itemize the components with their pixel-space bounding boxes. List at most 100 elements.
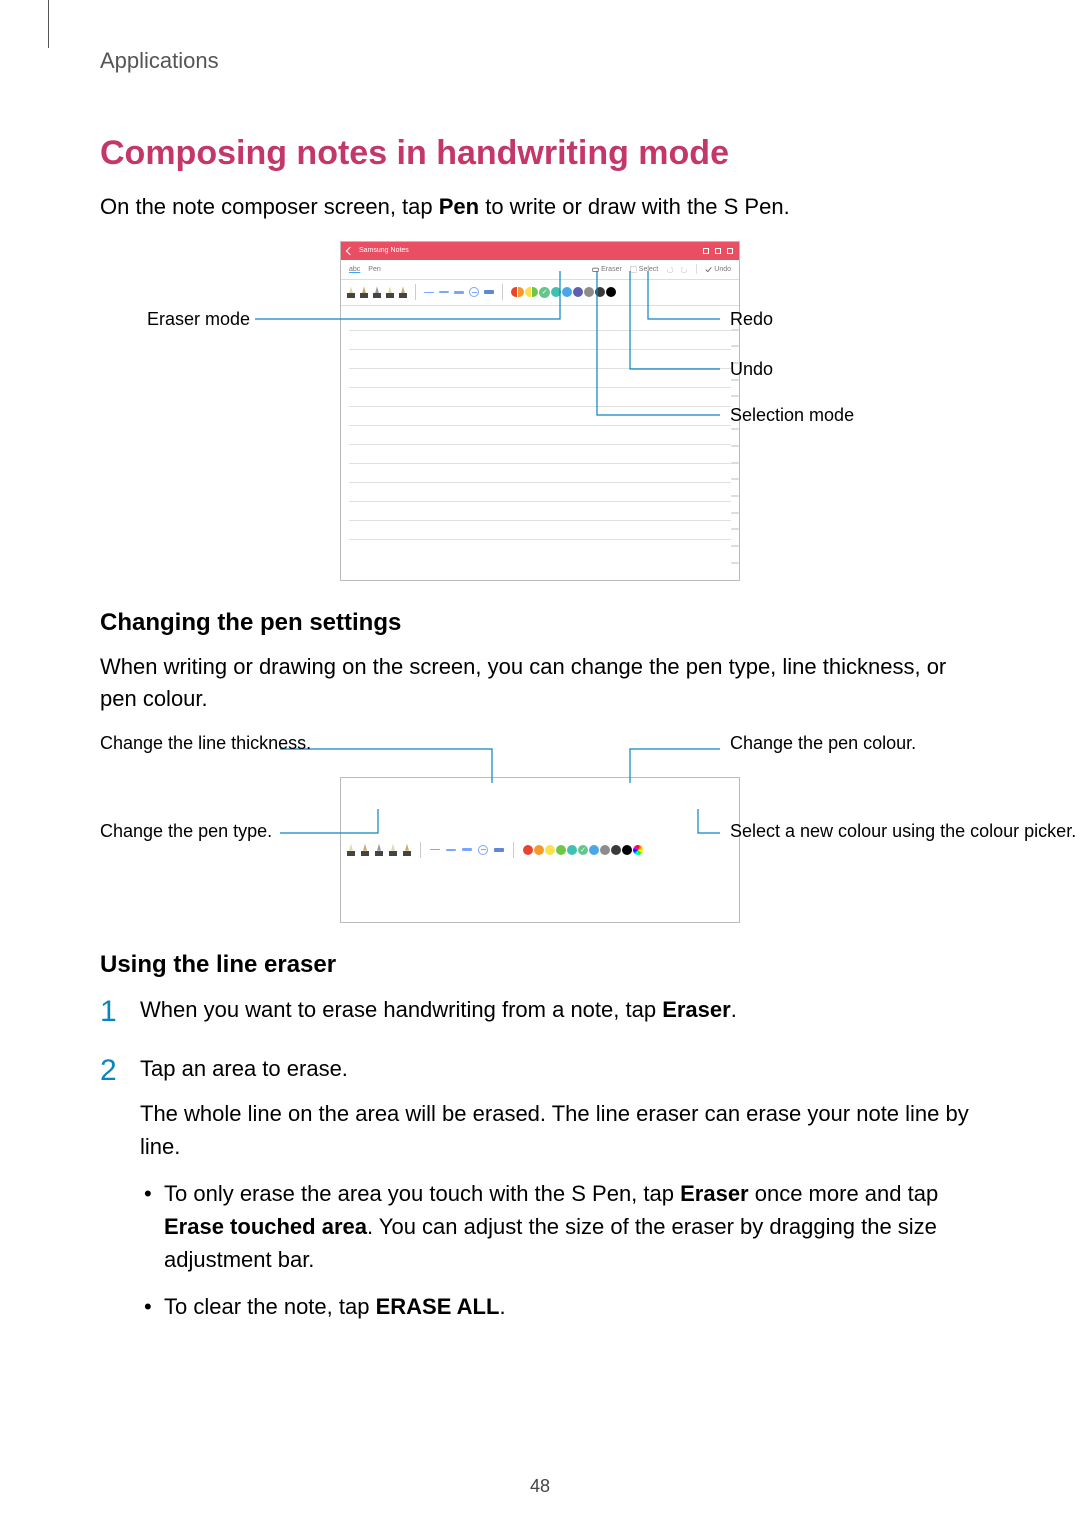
palette-colour [562, 287, 572, 297]
step1-post: . [731, 997, 737, 1022]
screenshot-2-wrap: ✓ Change the line thickness. Change the … [100, 733, 980, 923]
thickness-3-icon [454, 291, 464, 294]
bullet-list: To only erase the area you touch with th… [140, 1177, 980, 1323]
subheading-line-eraser: Using the line eraser [100, 951, 980, 979]
b2c: . [499, 1294, 505, 1319]
intro-pre: On the note composer screen, tap [100, 194, 439, 219]
page-title: Composing notes in handwriting mode [100, 134, 980, 173]
thickness-2-icon [446, 849, 456, 851]
b1b2: Erase touched area [164, 1214, 367, 1239]
b2b: ERASE ALL [376, 1294, 500, 1319]
screenshot-1-wrap: Samsung Notes abc Pen Eraser [100, 241, 980, 581]
colour-palette: ✓ [523, 845, 643, 855]
thickness-3-icon [462, 848, 472, 851]
thickness-minus-icon [469, 287, 479, 297]
steps-list: When you want to erase handwriting from … [100, 993, 980, 1323]
thickness-2-icon [439, 291, 449, 293]
window-titlebar: Samsung Notes [341, 242, 739, 260]
eraser-button: Eraser [592, 266, 622, 273]
palette-colour [595, 287, 605, 297]
select-label: Select [639, 266, 658, 273]
step2-line1: Tap an area to erase. [140, 1056, 348, 1081]
step2-line2: The whole line on the area will be erase… [140, 1101, 969, 1159]
minimize-icon [703, 248, 709, 254]
divider [513, 842, 514, 858]
palette-colour [611, 845, 621, 855]
divider [420, 842, 421, 858]
palette-colour [622, 845, 632, 855]
keyboard-tab: abc [349, 266, 360, 273]
page-number: 48 [0, 1476, 1080, 1497]
palette-colour [511, 287, 517, 297]
callout-colour-picker: Select a new colour using the colour pic… [730, 821, 940, 843]
palette-colour [523, 845, 533, 855]
undo-icon [666, 266, 673, 273]
thickness-1-icon [424, 292, 434, 293]
step-1: When you want to erase handwriting from … [100, 993, 980, 1026]
palette-colour [600, 845, 610, 855]
callout-selection-mode: Selection mode [730, 405, 854, 426]
palette-colour [567, 845, 577, 855]
callout-pen-type: Change the pen type. [100, 821, 265, 843]
palette-colour [545, 845, 555, 855]
subheading-pen-settings: Changing the pen settings [100, 609, 980, 637]
b1b1: Eraser [680, 1181, 749, 1206]
thickness-1-icon [430, 849, 440, 850]
undo-label: Undo [714, 266, 731, 273]
maximize-icon [715, 248, 721, 254]
select-icon [630, 266, 637, 273]
palette-colour [573, 287, 583, 297]
pen-type-4-icon [389, 844, 397, 856]
thickness-minus-icon [478, 845, 488, 855]
pen-type-2-icon [361, 844, 369, 856]
step-2: Tap an area to erase. The whole line on … [100, 1052, 980, 1323]
bullet-2: To clear the note, tap ERASE ALL. [140, 1290, 980, 1323]
bullet-1: To only erase the area you touch with th… [140, 1177, 980, 1276]
pen-type-5-icon [399, 286, 407, 298]
mode-tabbar: abc Pen Eraser Select [341, 260, 739, 280]
pen-type-1-icon [347, 286, 355, 298]
step1-pre: When you want to erase handwriting from … [140, 997, 662, 1022]
thickness-4-icon [484, 290, 494, 294]
pen-toolstrip: ✓ [341, 280, 739, 306]
b1a: To only erase the area you touch with th… [164, 1181, 680, 1206]
pen-type-2-icon [360, 286, 368, 298]
intro-paragraph: On the note composer screen, tap Pen to … [100, 191, 980, 223]
palette-colour [556, 845, 566, 855]
pen-settings-paragraph: When writing or drawing on the screen, y… [100, 651, 980, 715]
check-icon [705, 266, 712, 273]
scrollbar [733, 312, 737, 564]
pen-type-1-icon [347, 844, 355, 856]
callout-pen-colour: Change the pen colour. [730, 733, 930, 755]
intro-bold: Pen [439, 194, 479, 219]
palette-colour [551, 287, 561, 297]
divider [502, 284, 503, 300]
palette-colour [584, 287, 594, 297]
pen-toolbar-mock: ✓ [340, 777, 740, 923]
pen-type-5-icon [403, 844, 411, 856]
redo-button [681, 266, 688, 273]
colour-palette: ✓ [511, 287, 616, 298]
eraser-icon [592, 266, 599, 273]
palette-colour [518, 287, 524, 297]
thickness-4-icon [494, 848, 504, 852]
breadcrumb: Applications [100, 48, 980, 74]
divider [415, 284, 416, 300]
pen-type-4-icon [386, 286, 394, 298]
selected-colour-icon: ✓ [539, 287, 550, 298]
app-name: Samsung Notes [359, 247, 409, 254]
palette-colour [532, 287, 538, 297]
palette-colour [534, 845, 544, 855]
eraser-label: Eraser [601, 266, 622, 273]
undo-text-button: Undo [705, 266, 731, 273]
palette-colour [589, 845, 599, 855]
close-icon [727, 248, 733, 254]
notes-app-mock: Samsung Notes abc Pen Eraser [340, 241, 740, 581]
pen-type-3-icon [373, 286, 381, 298]
intro-post: to write or draw with the S Pen. [479, 194, 790, 219]
select-button: Select [630, 266, 658, 273]
b1c: once more and tap [749, 1181, 939, 1206]
callout-line-thickness: Change the line thickness. [100, 733, 265, 755]
palette-colour: ✓ [578, 845, 588, 855]
back-icon [346, 247, 354, 255]
